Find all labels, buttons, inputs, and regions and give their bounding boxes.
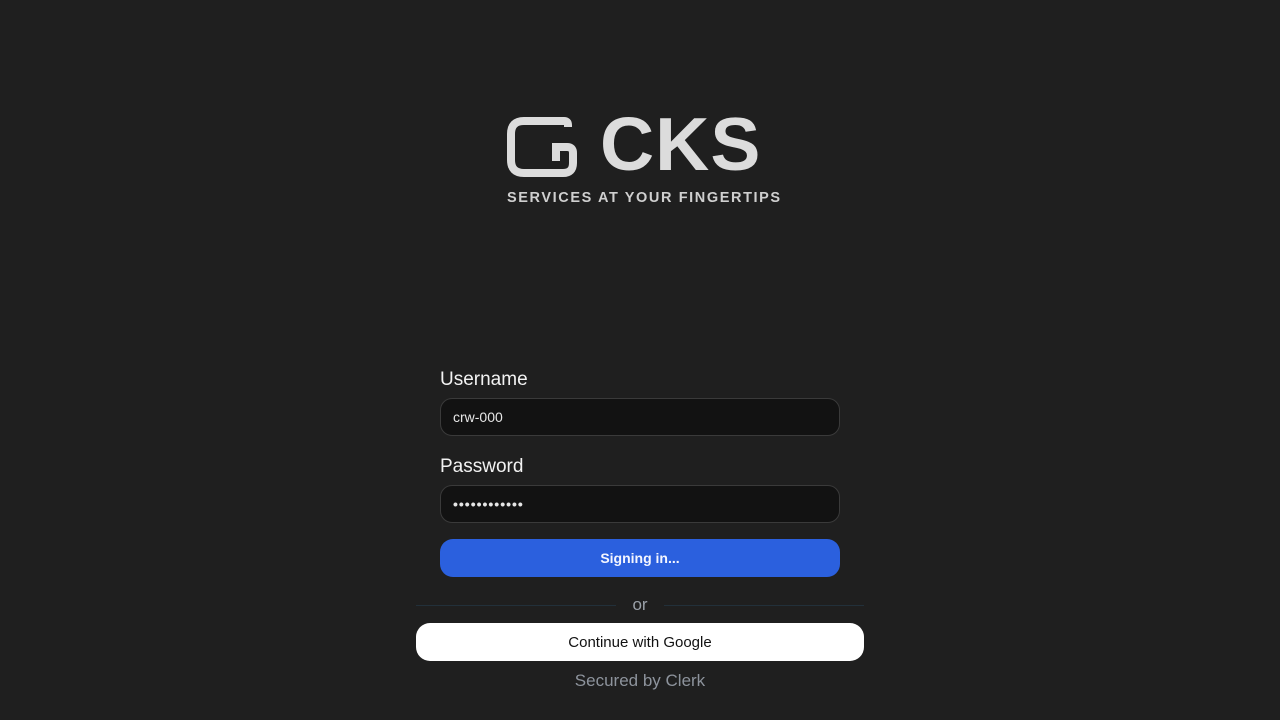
logo-wordmark: CKS (600, 102, 762, 186)
password-value: •••••••••••• (453, 496, 524, 512)
sign-in-form: Username crw-000 Password •••••••••••• S… (440, 368, 840, 577)
divider-text: or (632, 595, 648, 614)
username-value: crw-000 (453, 409, 503, 425)
sign-in-page: CKS SERVICES AT YOUR FINGERTIPS Username… (0, 0, 1280, 720)
google-button-label: Continue with Google (568, 633, 712, 651)
password-label: Password (440, 456, 524, 477)
cks-logo-mark-icon (507, 117, 577, 177)
username-input[interactable]: crw-000 (440, 398, 840, 436)
logo-tagline: SERVICES AT YOUR FINGERTIPS (507, 190, 782, 206)
or-divider: or (416, 594, 864, 616)
cks-logo: CKS SERVICES AT YOUR FINGERTIPS (506, 107, 782, 208)
password-input[interactable]: •••••••••••• (440, 485, 840, 523)
sign-in-button[interactable]: Signing in... (440, 539, 840, 577)
continue-with-google-button[interactable]: Continue with Google (416, 623, 864, 661)
secured-by-clerk: Secured by Clerk (574, 671, 706, 690)
username-label: Username (440, 369, 528, 390)
